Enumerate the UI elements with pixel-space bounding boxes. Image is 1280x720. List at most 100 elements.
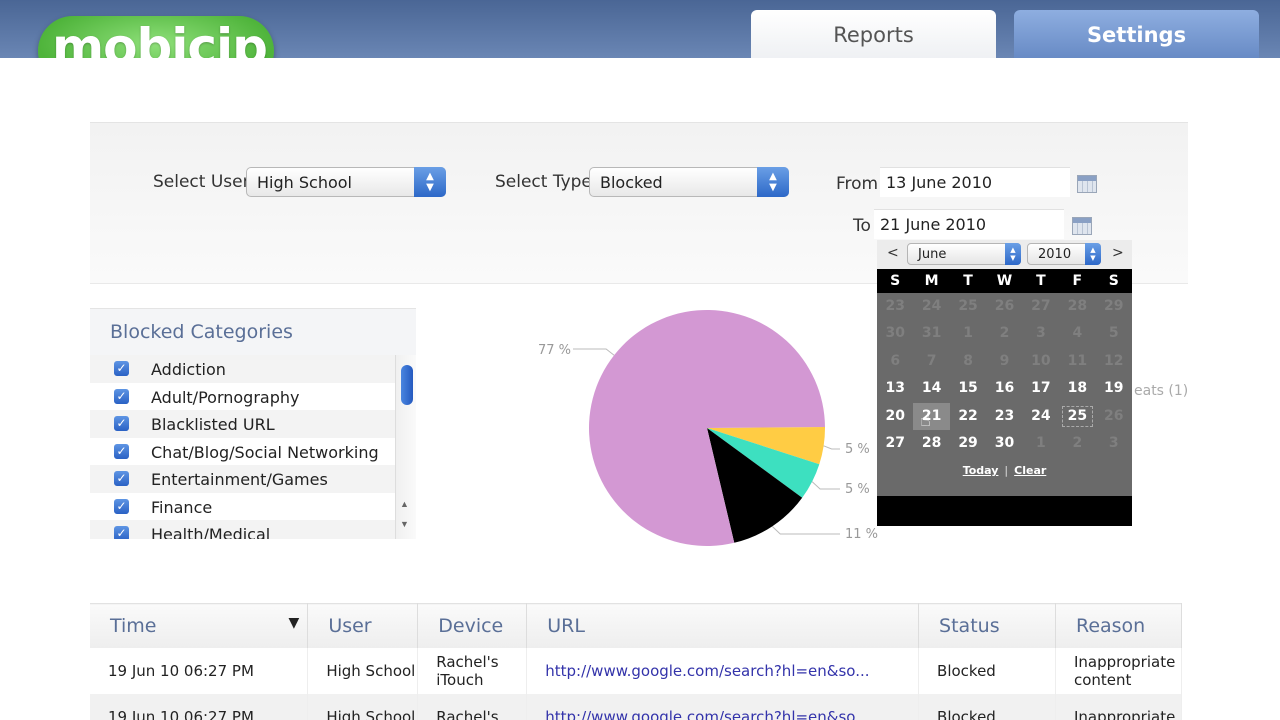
calendar-day[interactable]: 9 [986, 348, 1022, 375]
today-link[interactable]: Today [963, 464, 999, 477]
category-item-addiction[interactable]: ✓ Addiction [90, 355, 395, 383]
checkbox-checked-icon[interactable]: ✓ [114, 388, 129, 404]
column-header-user[interactable]: User [307, 603, 419, 648]
calendar-day[interactable]: 29 [1096, 293, 1132, 320]
sort-descending-icon[interactable]: ▼ [289, 615, 300, 631]
user-select[interactable]: High School ▲ ▼ [246, 167, 446, 197]
calendar-day[interactable]: 30 [986, 430, 1022, 457]
category-item-blacklisted-url[interactable]: ✓ Blacklisted URL [90, 410, 395, 438]
column-header-url[interactable]: URL [526, 603, 920, 648]
next-month-button[interactable]: > [1112, 245, 1124, 261]
category-scrollbar[interactable]: ▲ ▼ [395, 355, 416, 539]
calendar-day[interactable]: 18 [1059, 375, 1095, 402]
calendar-day[interactable]: 2 [986, 320, 1022, 347]
scrollbar-thumb[interactable] [401, 365, 413, 405]
footer-separator: | [1004, 464, 1009, 478]
calendar-day[interactable]: 12 [1096, 348, 1132, 375]
cell-reason: Inappropriate content [1055, 647, 1183, 694]
calendar-icon[interactable] [1072, 217, 1092, 235]
calendar-day[interactable]: 30 [877, 320, 913, 347]
calendar-day[interactable]: 14 [913, 375, 949, 402]
calendar-day[interactable]: 13 [877, 375, 913, 402]
tab-reports[interactable]: Reports [751, 10, 996, 60]
tab-settings[interactable]: Settings [1014, 10, 1259, 60]
checkbox-checked-icon[interactable]: ✓ [114, 526, 129, 539]
cell-device: Rachel's iTouch [417, 647, 528, 694]
calendar-day[interactable]: 15 [950, 375, 986, 402]
calendar-day[interactable]: 24 [1023, 403, 1059, 430]
calendar-day[interactable]: 3 [1096, 430, 1132, 457]
calendar-day[interactable]: 6 [877, 348, 913, 375]
category-item-finance[interactable]: ✓ Finance [90, 493, 395, 521]
category-item-entertainment[interactable]: ✓ Entertainment/Games [90, 465, 395, 493]
calendar-day[interactable]: 28 [1059, 293, 1095, 320]
calendar-day[interactable]: 11 [1059, 348, 1095, 375]
calendar-day[interactable]: 2 [1059, 430, 1095, 457]
calendar-day[interactable]: 31 [913, 320, 949, 347]
weekday-label: W [996, 273, 1013, 289]
calendar-day[interactable]: 10 [1023, 348, 1059, 375]
calendar-day[interactable]: 4 [1059, 320, 1095, 347]
cell-time: 19 Jun 10 06:27 PM [90, 693, 309, 720]
date-picker-header: < June ▲ ▼ 2010 ▲ ▼ > [877, 240, 1132, 269]
calendar-day[interactable]: 8 [950, 348, 986, 375]
calendar-day[interactable]: 25 [950, 293, 986, 320]
calendar-day[interactable]: 17 [1023, 375, 1059, 402]
calendar-day[interactable]: 16 [986, 375, 1022, 402]
calendar-day[interactable]: 26 [986, 293, 1022, 320]
calendar-day[interactable]: 21 [913, 402, 950, 430]
cell-url-link[interactable]: http://www.google.com/search?hl=en&so... [526, 647, 920, 694]
category-item-health[interactable]: ✓ Health/Medical [90, 520, 395, 539]
checkbox-checked-icon[interactable]: ✓ [114, 416, 129, 431]
year-select[interactable]: 2010 ▲ ▼ [1027, 243, 1101, 265]
calendar-day[interactable]: 19 [1096, 375, 1132, 402]
calendar-day[interactable]: 7 [913, 348, 949, 375]
category-label: Health/Medical [151, 525, 271, 539]
to-date-input[interactable]: 21 June 2010 [874, 209, 1064, 239]
type-select[interactable]: Blocked ▲ ▼ [589, 167, 789, 197]
scroll-up-arrow-icon[interactable]: ▲ [400, 499, 409, 509]
table-row: 19 Jun 10 06:27 PM High School Rachel's … [90, 647, 1183, 694]
weekday-header: SMTWTFS [877, 269, 1132, 293]
calendar-day[interactable]: 29 [950, 430, 986, 457]
calendar-day[interactable]: 1 [950, 320, 986, 347]
calendar-day[interactable]: 26 [1096, 403, 1132, 430]
calendar-days-grid: 23 24 25 26 27 28 29 30 31 1 2 3 4 5 6 7 8 9 10 11 12 13 14 15 1… [877, 293, 1132, 457]
checkbox-checked-icon[interactable]: ✓ [114, 361, 129, 376]
calendar-day[interactable]: 27 [1023, 293, 1059, 320]
calendar-day[interactable]: 25 [1059, 403, 1095, 430]
column-header-time[interactable]: Time ▼ [90, 603, 309, 648]
from-date-input[interactable]: 13 June 2010 [880, 167, 1070, 197]
calendar-day[interactable]: 22 [950, 403, 986, 430]
calendar-day[interactable]: 1 [1023, 430, 1059, 457]
calendar-day[interactable]: 27 [877, 430, 913, 457]
clear-link[interactable]: Clear [1014, 464, 1046, 477]
category-item-chat-blog[interactable]: ✓ Chat/Blog/Social Networking [90, 438, 395, 466]
column-header-label: Time [110, 614, 157, 637]
checkbox-checked-icon[interactable]: ✓ [114, 498, 129, 514]
checkbox-checked-icon[interactable]: ✓ [114, 443, 129, 459]
calendar-day[interactable]: 23 [986, 403, 1022, 430]
calendar-day[interactable]: 28 [913, 430, 949, 457]
month-select[interactable]: June ▲ ▼ [907, 243, 1021, 265]
cell-url-link[interactable]: http://www.google.com/search?hl=en&so... [526, 693, 920, 720]
table-header-row: Time ▼ User Device URL Status Reason [90, 603, 1183, 648]
calendar-day[interactable]: 24 [913, 293, 949, 320]
date-picker-footer: Today | Clear [877, 457, 1132, 497]
category-item-adult[interactable]: ✓ Adult/Pornography [90, 383, 395, 411]
calendar-day[interactable]: 20 [877, 403, 913, 430]
column-header-reason[interactable]: Reason [1055, 603, 1183, 648]
column-header-device[interactable]: Device [417, 603, 528, 648]
prev-month-button[interactable]: < [887, 245, 899, 261]
category-label: Chat/Blog/Social Networking [151, 442, 379, 462]
column-header-status[interactable]: Status [918, 603, 1056, 648]
calendar-day[interactable]: 23 [877, 293, 913, 320]
calendar-day[interactable]: 5 [1096, 320, 1132, 347]
calendar-icon[interactable] [1077, 175, 1097, 193]
calendar-day[interactable]: 3 [1023, 320, 1059, 347]
weekday-label: T [963, 273, 973, 289]
scroll-down-arrow-icon[interactable]: ▼ [400, 519, 409, 529]
cell-device: Rachel's [417, 693, 528, 720]
checkbox-checked-icon[interactable]: ✓ [114, 471, 129, 486]
date-picker-popup: < June ▲ ▼ 2010 ▲ ▼ > SMTWTFS 23 24 25 26 27 28… [877, 240, 1132, 526]
